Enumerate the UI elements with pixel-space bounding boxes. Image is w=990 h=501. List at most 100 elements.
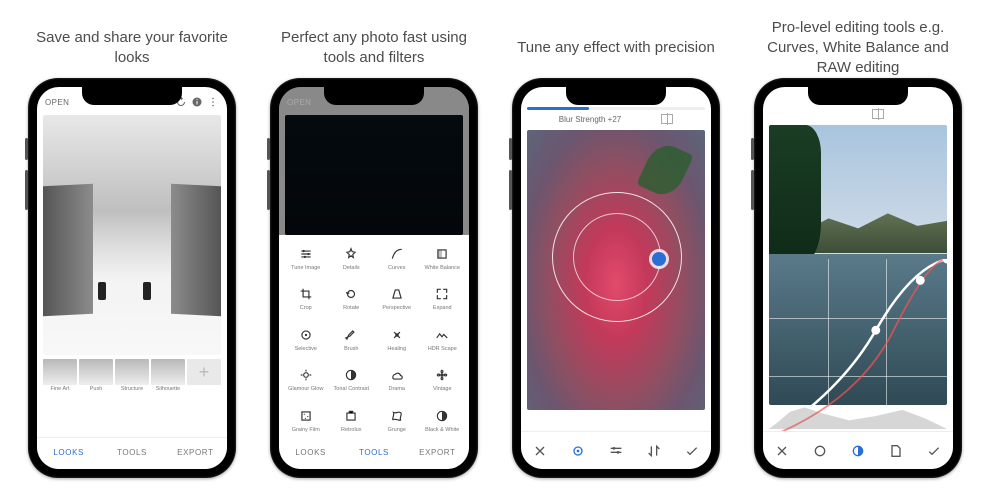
tool-grainy-film[interactable]: Grainy Film: [283, 405, 329, 445]
tools-grid: Tune Image Details Curves White Balance …: [279, 235, 469, 445]
compare-icon[interactable]: [872, 109, 884, 119]
tool-retrolux[interactable]: Retrolux: [329, 405, 375, 445]
tool-details[interactable]: Details: [329, 243, 375, 283]
apply-button[interactable]: [683, 442, 701, 460]
cancel-button[interactable]: [773, 442, 791, 460]
vintage-icon: [434, 367, 450, 383]
bottom-tabs: LOOKS TOOLS EXPORT: [37, 437, 227, 469]
slot-1: Save and share your favorite looks OPEN …: [22, 18, 242, 478]
tool-hdr-scape[interactable]: HDR Scape: [420, 324, 466, 364]
details-icon: [343, 246, 359, 262]
look-thumb[interactable]: Fine Art: [43, 359, 77, 392]
compare-icon[interactable]: [661, 114, 673, 124]
main-photo[interactable]: [43, 115, 221, 355]
curves-icon: [389, 246, 405, 262]
notch: [808, 87, 908, 105]
caption-4: Pro-level editing tools e.g. Curves, Whi…: [748, 18, 968, 78]
tool-black-white[interactable]: Black & White: [420, 405, 466, 445]
more-icon[interactable]: [207, 96, 219, 108]
brush-icon: [343, 327, 359, 343]
tool-brush[interactable]: Brush: [329, 324, 375, 364]
info-icon[interactable]: [433, 96, 445, 108]
phone-frame-3: Blur Strength +27: [512, 78, 720, 478]
parameter-readout: [763, 105, 953, 123]
screen-1: OPEN Fine Art Push Structure Silhouette …: [37, 87, 227, 469]
adjust-button[interactable]: [607, 442, 625, 460]
channel-rgb-button[interactable]: [849, 442, 867, 460]
slot-4: Pro-level editing tools e.g. Curves, Whi…: [748, 18, 968, 478]
contrast-icon: [343, 367, 359, 383]
looks-strip: Fine Art Push Structure Silhouette +: [37, 355, 227, 392]
tool-crop[interactable]: Crop: [283, 283, 329, 323]
edit-bottom-bar: [521, 431, 711, 469]
bw-icon: [434, 408, 450, 424]
film-icon: [298, 408, 314, 424]
healing-icon: [389, 327, 405, 343]
tool-rotate[interactable]: Rotate: [329, 283, 375, 323]
shape-button[interactable]: [569, 442, 587, 460]
tool-expand[interactable]: Expand: [420, 283, 466, 323]
channel-luminance-button[interactable]: [811, 442, 829, 460]
tool-curves[interactable]: Curves: [374, 243, 420, 283]
info-icon[interactable]: [191, 96, 203, 108]
add-look-button[interactable]: +: [187, 359, 221, 392]
tool-glamour-glow[interactable]: Glamour Glow: [283, 364, 329, 404]
tool-healing[interactable]: Healing: [374, 324, 420, 364]
expand-icon: [434, 286, 450, 302]
notch: [82, 87, 182, 105]
perspective-icon: [389, 286, 405, 302]
edit-bottom-bar: [763, 431, 953, 469]
parameter-label: Blur Strength +27: [559, 115, 621, 124]
phone-frame-1: OPEN Fine Art Push Structure Silhouette …: [28, 78, 236, 478]
main-photo[interactable]: [527, 130, 705, 410]
grunge-icon: [389, 408, 405, 424]
tool-white-balance[interactable]: White Balance: [420, 243, 466, 283]
rotate-icon: [343, 286, 359, 302]
caption-3: Tune any effect with precision: [511, 18, 721, 78]
selective-icon: [298, 327, 314, 343]
caption-2: Perfect any photo fast using tools and f…: [264, 18, 484, 78]
open-button[interactable]: OPEN: [45, 98, 69, 107]
glow-icon: [298, 367, 314, 383]
tool-perspective[interactable]: Perspective: [374, 283, 420, 323]
app-store-screenshots-row: Save and share your favorite looks OPEN …: [0, 0, 990, 496]
tool-tune-image[interactable]: Tune Image: [283, 243, 329, 283]
caption-1: Save and share your favorite looks: [22, 18, 242, 78]
cancel-button[interactable]: [531, 442, 549, 460]
look-thumb[interactable]: Structure: [115, 359, 149, 392]
tab-looks[interactable]: LOOKS: [37, 438, 100, 469]
white-balance-icon: [434, 246, 450, 262]
tab-export[interactable]: EXPORT: [164, 438, 227, 469]
more-icon[interactable]: [449, 96, 461, 108]
notch: [566, 87, 666, 105]
tool-tonal-contrast[interactable]: Tonal Contrast: [329, 364, 375, 404]
sliders-icon: [298, 246, 314, 262]
look-thumb[interactable]: Silhouette: [151, 359, 185, 392]
parameter-readout: Blur Strength +27: [521, 110, 711, 128]
apply-button[interactable]: [925, 442, 943, 460]
notch: [324, 87, 424, 105]
tool-drama[interactable]: Drama: [374, 364, 420, 404]
slot-2: Perfect any photo fast using tools and f…: [264, 18, 484, 478]
presets-button[interactable]: [887, 442, 905, 460]
focus-handle[interactable]: [652, 252, 666, 266]
tool-vintage[interactable]: Vintage: [420, 364, 466, 404]
tool-grunge[interactable]: Grunge: [374, 405, 420, 445]
open-button[interactable]: OPEN: [287, 98, 311, 107]
phone-frame-4: [754, 78, 962, 478]
drama-icon: [389, 367, 405, 383]
retrolux-icon: [343, 408, 359, 424]
tab-tools[interactable]: TOOLS: [100, 438, 163, 469]
screen-2: OPEN Tune Image Details Curves White Bal…: [279, 87, 469, 469]
tool-selective[interactable]: Selective: [283, 324, 329, 364]
value-slider[interactable]: [527, 107, 705, 110]
invert-button[interactable]: [645, 442, 663, 460]
histogram: [769, 403, 947, 429]
phone-frame-2: OPEN Tune Image Details Curves White Bal…: [270, 78, 478, 478]
screen-4: [763, 87, 953, 469]
look-thumb[interactable]: Push: [79, 359, 113, 392]
hdr-icon: [434, 327, 450, 343]
screen-3: Blur Strength +27: [521, 87, 711, 469]
crop-icon: [298, 286, 314, 302]
slot-3: Tune any effect with precision Blur Stre…: [506, 18, 726, 478]
